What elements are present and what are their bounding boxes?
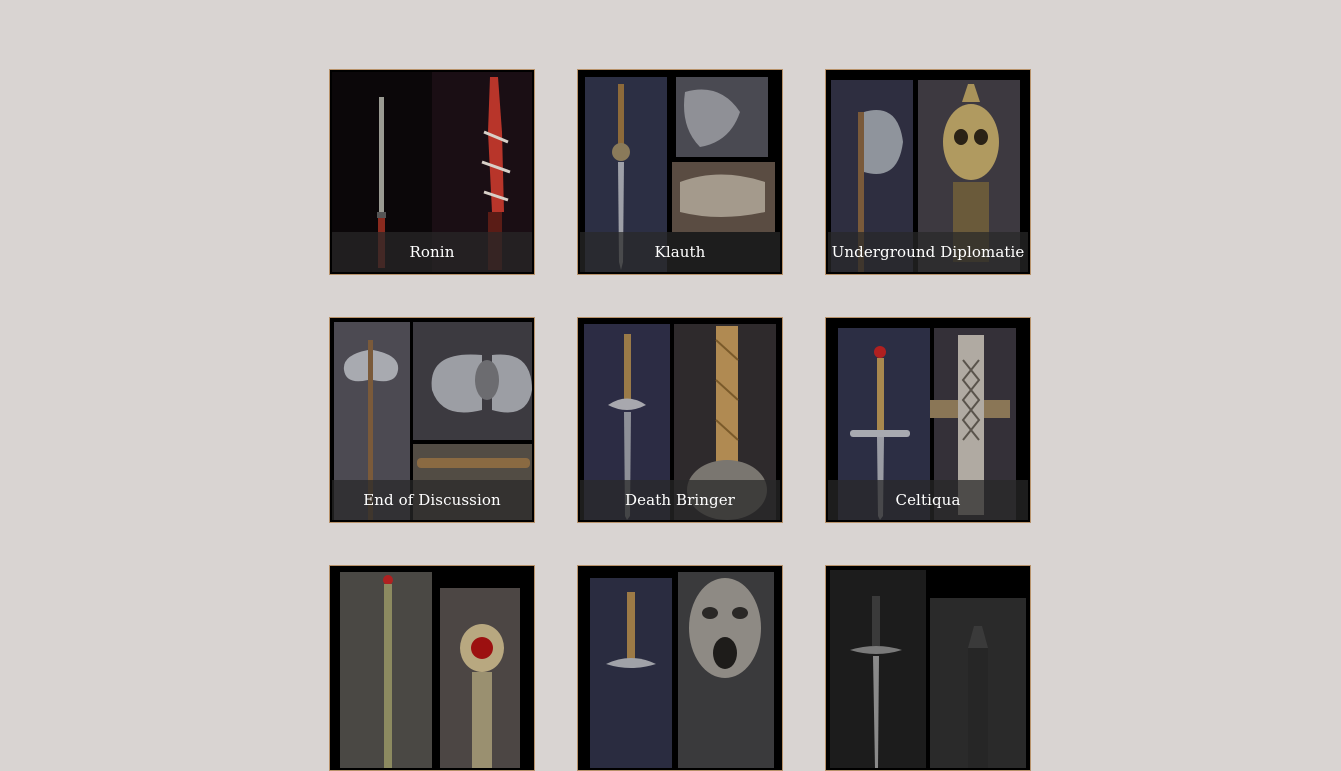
jewel-sword-photo-icon	[332, 568, 532, 768]
gallery-item-klauth[interactable]: Klauth	[577, 69, 783, 275]
item-title: Death Bringer	[580, 480, 780, 520]
thumbnail-frame	[580, 568, 780, 768]
gallery-item-8[interactable]	[577, 565, 783, 771]
gallery-item-7[interactable]	[329, 565, 535, 771]
thumbnail-frame	[828, 568, 1028, 768]
gallery-item-end-of-discussion[interactable]: End of Discussion	[329, 317, 535, 523]
item-title: Underground Diplomatie	[828, 232, 1028, 272]
gallery-item-death-bringer[interactable]: Death Bringer	[577, 317, 783, 523]
thumbnail-frame	[332, 568, 532, 768]
weapon-gallery: Ronin Klauth Underground Diplomatie End …	[329, 69, 1031, 771]
thumbnail-frame: Klauth	[580, 72, 780, 272]
item-title: Klauth	[580, 232, 780, 272]
thumbnail-frame: End of Discussion	[332, 320, 532, 520]
thumbnail-frame: Death Bringer	[580, 320, 780, 520]
dark-sword-photo-icon	[828, 568, 1028, 768]
item-title: Ronin	[332, 232, 532, 272]
item-title: End of Discussion	[332, 480, 532, 520]
gallery-item-underground-diplomatie[interactable]: Underground Diplomatie	[825, 69, 1031, 275]
item-title: Celtiqua	[828, 480, 1028, 520]
gallery-item-9[interactable]	[825, 565, 1031, 771]
thumbnail-frame: Celtiqua	[828, 320, 1028, 520]
gallery-item-ronin[interactable]: Ronin	[329, 69, 535, 275]
thumbnail-frame: Ronin	[332, 72, 532, 272]
gallery-item-celtiqua[interactable]: Celtiqua	[825, 317, 1031, 523]
thumbnail-frame: Underground Diplomatie	[828, 72, 1028, 272]
demon-face-sword-photo-icon	[580, 568, 780, 768]
